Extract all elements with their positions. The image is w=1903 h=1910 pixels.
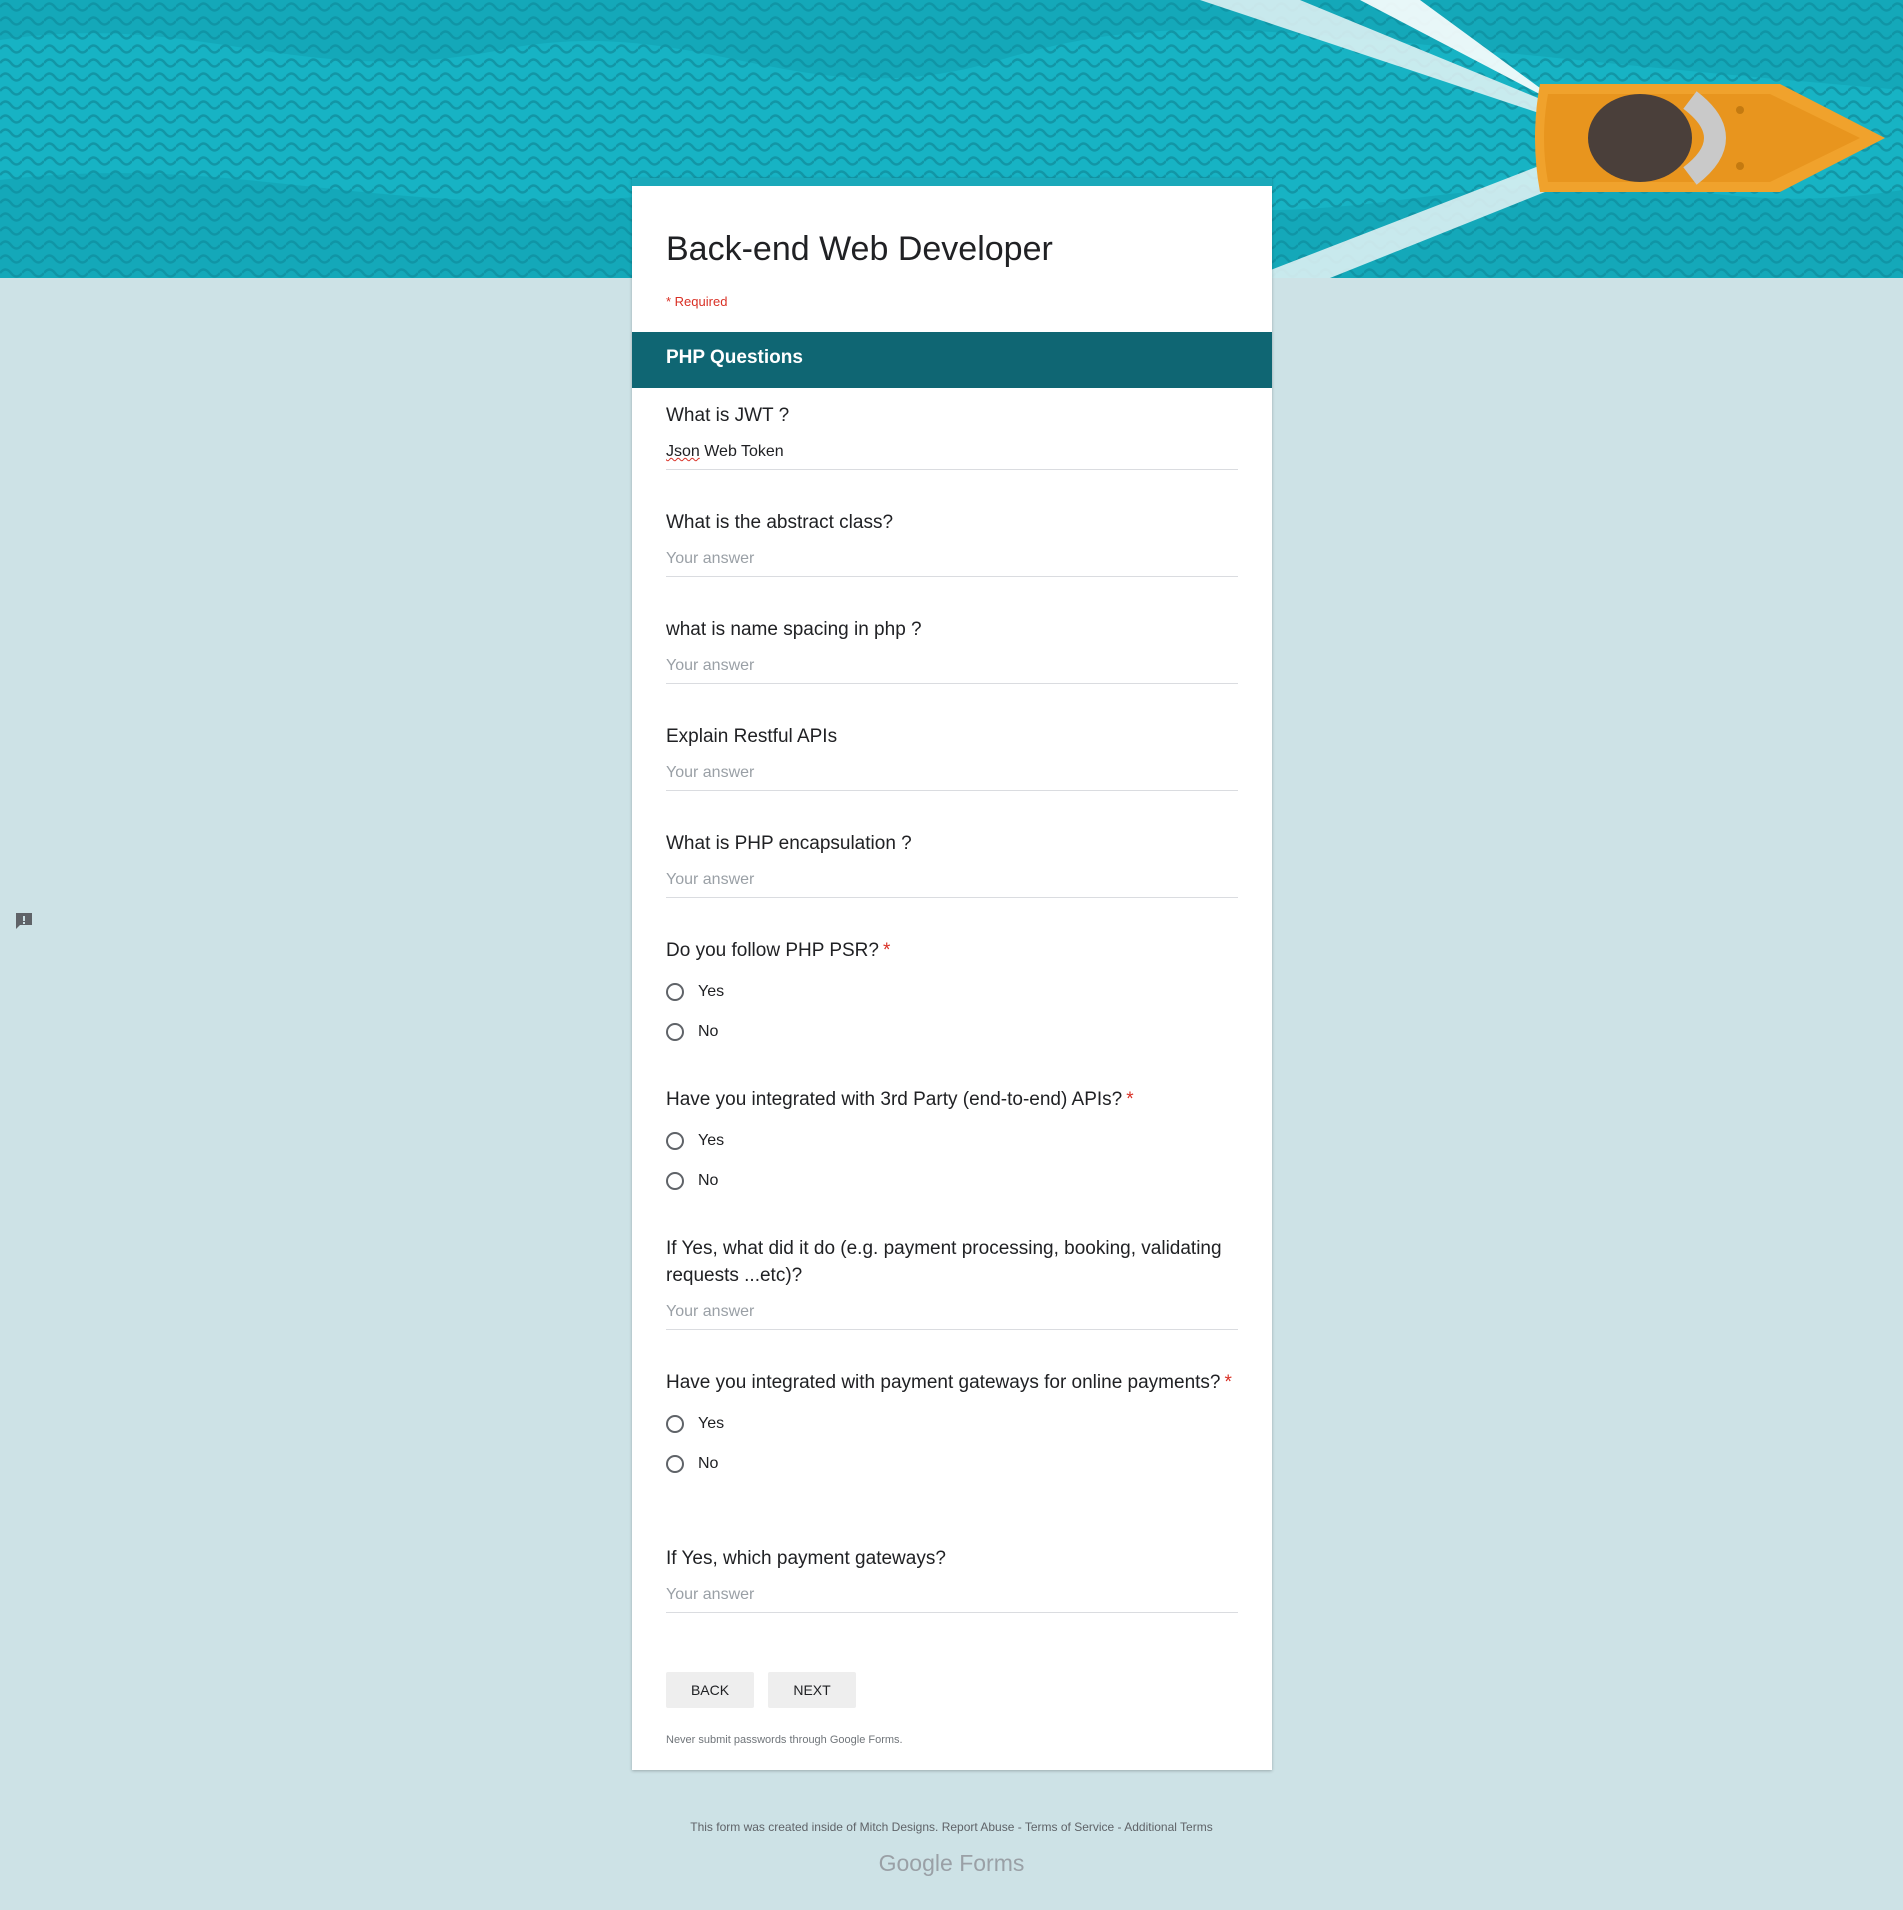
question-label: What is JWT ? xyxy=(666,405,790,426)
required-note: * Required xyxy=(666,294,728,309)
question-restful-apis: Explain Restful APIs Your answer xyxy=(666,723,1238,791)
radio-label: No xyxy=(698,1172,719,1189)
question-label: What is PHP encapsulation ? xyxy=(666,833,912,854)
radio-option-no[interactable]: No xyxy=(666,1444,1238,1484)
question-php-psr: Do you follow PHP PSR? * Yes No xyxy=(666,937,1238,1052)
radio-option-yes[interactable]: Yes xyxy=(666,972,1238,1012)
question-what-did-it-do: If Yes, what did it do (e.g. payment pro… xyxy=(666,1235,1238,1330)
question-label: what is name spacing in php ? xyxy=(666,619,922,640)
report-feedback-icon[interactable] xyxy=(14,911,34,931)
forms-wordmark: Forms xyxy=(959,1850,1025,1876)
radio-option-yes[interactable]: Yes xyxy=(666,1404,1238,1444)
form-card: Back-end Web Developer * Required PHP Qu… xyxy=(632,178,1272,1770)
question-payment-gateways: Have you integrated with payment gateway… xyxy=(666,1369,1238,1484)
question-jwt: What is JWT ? Json Web Token xyxy=(666,402,1238,470)
footer-separator: - xyxy=(1014,1820,1025,1834)
required-asterisk: * xyxy=(882,940,891,961)
radio-circle-icon[interactable] xyxy=(666,983,684,1001)
question-label: Have you integrated with 3rd Party (end-… xyxy=(666,1086,1238,1113)
additional-terms-link[interactable]: Additional Terms xyxy=(1124,1820,1213,1834)
radio-label: Yes xyxy=(698,983,725,1000)
question-abstract-class: What is the abstract class? Your answer xyxy=(666,509,1238,577)
question-encapsulation: What is PHP encapsulation ? Your answer xyxy=(666,830,1238,898)
question-text: Do you follow PHP PSR? xyxy=(666,940,879,961)
question-which-gateways: If Yes, which payment gateways? Your ans… xyxy=(666,1545,1238,1613)
section-header: PHP Questions xyxy=(632,332,1272,388)
radio-circle-icon[interactable] xyxy=(666,1132,684,1150)
required-asterisk: * xyxy=(1126,1089,1134,1110)
radio-circle-icon[interactable] xyxy=(666,1455,684,1473)
answer-input[interactable]: Your answer xyxy=(666,1301,1238,1330)
answer-input[interactable]: Your answer xyxy=(666,869,1238,898)
radio-label: Yes xyxy=(698,1415,725,1432)
next-button[interactable]: NEXT xyxy=(768,1672,856,1708)
google-forms-logo[interactable]: Google Forms xyxy=(0,1850,1903,1877)
footer: This form was created inside of Mitch De… xyxy=(0,1820,1903,1834)
section-title: PHP Questions xyxy=(666,347,803,368)
radio-option-no[interactable]: No xyxy=(666,1012,1238,1052)
radio-option-yes[interactable]: Yes xyxy=(666,1121,1238,1161)
back-button[interactable]: BACK xyxy=(666,1672,754,1708)
question-label: Do you follow PHP PSR? * xyxy=(666,937,1238,964)
question-label: If Yes, what did it do (e.g. payment pro… xyxy=(666,1238,1222,1286)
question-label: If Yes, which payment gateways? xyxy=(666,1548,946,1569)
question-label: Have you integrated with payment gateway… xyxy=(666,1369,1238,1396)
footer-created-text: This form was created inside of Mitch De… xyxy=(690,1820,939,1834)
radio-circle-icon[interactable] xyxy=(666,1415,684,1433)
footer-separator: - xyxy=(1114,1820,1125,1834)
terms-of-service-link[interactable]: Terms of Service xyxy=(1025,1820,1114,1834)
question-label: Explain Restful APIs xyxy=(666,726,838,747)
answer-rest: Web Token xyxy=(699,443,784,460)
report-abuse-link[interactable]: Report Abuse xyxy=(942,1820,1015,1834)
password-warning: Never submit passwords through Google Fo… xyxy=(666,1734,903,1746)
answer-input[interactable]: Your answer xyxy=(666,762,1238,791)
radio-label: No xyxy=(698,1455,719,1472)
answer-word: Json xyxy=(666,443,700,460)
required-asterisk: * xyxy=(1224,1372,1232,1393)
radio-circle-icon[interactable] xyxy=(666,1172,684,1190)
radio-circle-icon[interactable] xyxy=(666,1023,684,1041)
radio-label: No xyxy=(698,1023,719,1040)
answer-input[interactable]: Your answer xyxy=(666,1584,1238,1613)
google-wordmark: Google xyxy=(878,1850,953,1876)
answer-input-jwt[interactable]: Json Web Token xyxy=(666,441,1238,470)
question-text: Have you integrated with payment gateway… xyxy=(666,1372,1221,1393)
answer-input[interactable]: Your answer xyxy=(666,548,1238,577)
question-3rd-party-apis: Have you integrated with 3rd Party (end-… xyxy=(666,1086,1238,1201)
radio-label: Yes xyxy=(698,1132,725,1149)
question-text: Have you integrated with 3rd Party (end-… xyxy=(666,1089,1123,1110)
form-title: Back-end Web Developer xyxy=(666,230,1053,268)
radio-option-no[interactable]: No xyxy=(666,1161,1238,1201)
question-label: What is the abstract class? xyxy=(666,512,894,533)
answer-input[interactable]: Your answer xyxy=(666,655,1238,684)
question-namespacing: what is name spacing in php ? Your answe… xyxy=(666,616,1238,684)
